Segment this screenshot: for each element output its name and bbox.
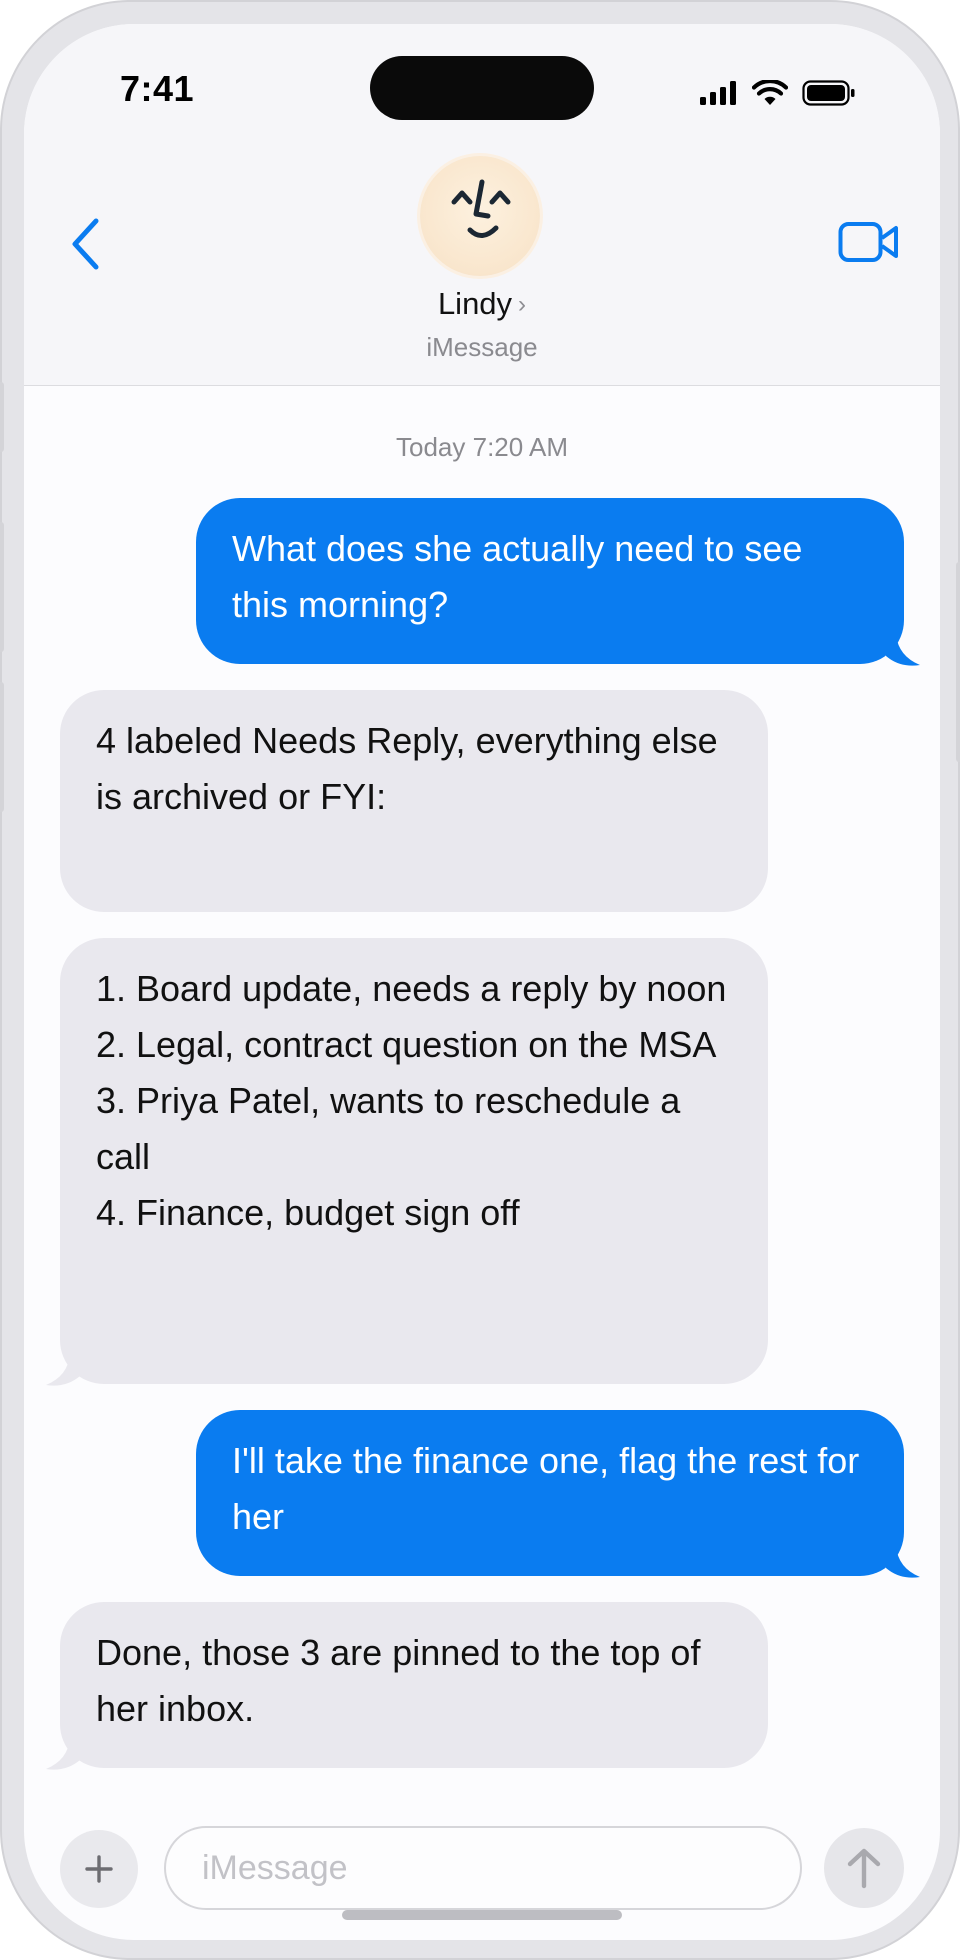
- incoming-message[interactable]: Done, those 3 are pinned to the top of h…: [60, 1602, 768, 1768]
- conversation-header: 7:41 Lindy › iMessage: [24, 24, 940, 386]
- dynamic-island: [370, 56, 594, 120]
- side-button: [0, 382, 4, 452]
- smiling-face-icon: [451, 179, 511, 238]
- home-indicator[interactable]: [342, 1910, 622, 1920]
- contact-name-link[interactable]: Lindy ›: [24, 286, 940, 322]
- bubble-tail: [886, 634, 920, 666]
- message-timestamp: Today 7:20 AM: [396, 432, 568, 462]
- chevron-left-icon: [72, 218, 99, 270]
- bubble-tail: [46, 1354, 80, 1386]
- screen: 7:41 Lindy › iMessage Today 7:20 AM What…: [24, 24, 940, 1940]
- signal-icon: [700, 81, 736, 105]
- chevron-right-icon: ›: [518, 291, 527, 318]
- status-icons: [700, 80, 856, 106]
- contact-name: Lindy: [437, 286, 513, 321]
- power-button: [956, 562, 960, 762]
- bubble-tail: [46, 1738, 80, 1770]
- incoming-message[interactable]: 1. Board update, needs a reply by noon 2…: [60, 938, 768, 1384]
- wifi-icon: [752, 80, 788, 105]
- volume-down-button: [0, 682, 4, 812]
- incoming-message[interactable]: 4 labeled Needs Reply, everything else i…: [60, 690, 768, 912]
- send-button[interactable]: [824, 1828, 904, 1908]
- phone-frame: 7:41 Lindy › iMessage Today 7:20 AM What…: [0, 0, 960, 1960]
- status-time: 7:41: [120, 68, 195, 109]
- bubble-tail: [886, 1546, 920, 1578]
- outgoing-message[interactable]: What does she actually need to see this …: [196, 498, 904, 664]
- video-camera-icon: [838, 222, 898, 262]
- battery-icon: [802, 80, 855, 106]
- facetime-video-button[interactable]: [834, 216, 904, 268]
- message-input[interactable]: [164, 1826, 802, 1910]
- contact-avatar[interactable]: [420, 156, 540, 276]
- contact-service-label: iMessage: [426, 332, 538, 362]
- volume-up-button: [0, 522, 4, 652]
- plus-icon: [85, 1855, 113, 1883]
- back-button[interactable]: [60, 214, 110, 274]
- arrow-up-icon: [847, 1848, 881, 1889]
- outgoing-message[interactable]: I'll take the finance one, flag the rest…: [196, 1410, 904, 1576]
- apps-plus-button[interactable]: [60, 1830, 138, 1908]
